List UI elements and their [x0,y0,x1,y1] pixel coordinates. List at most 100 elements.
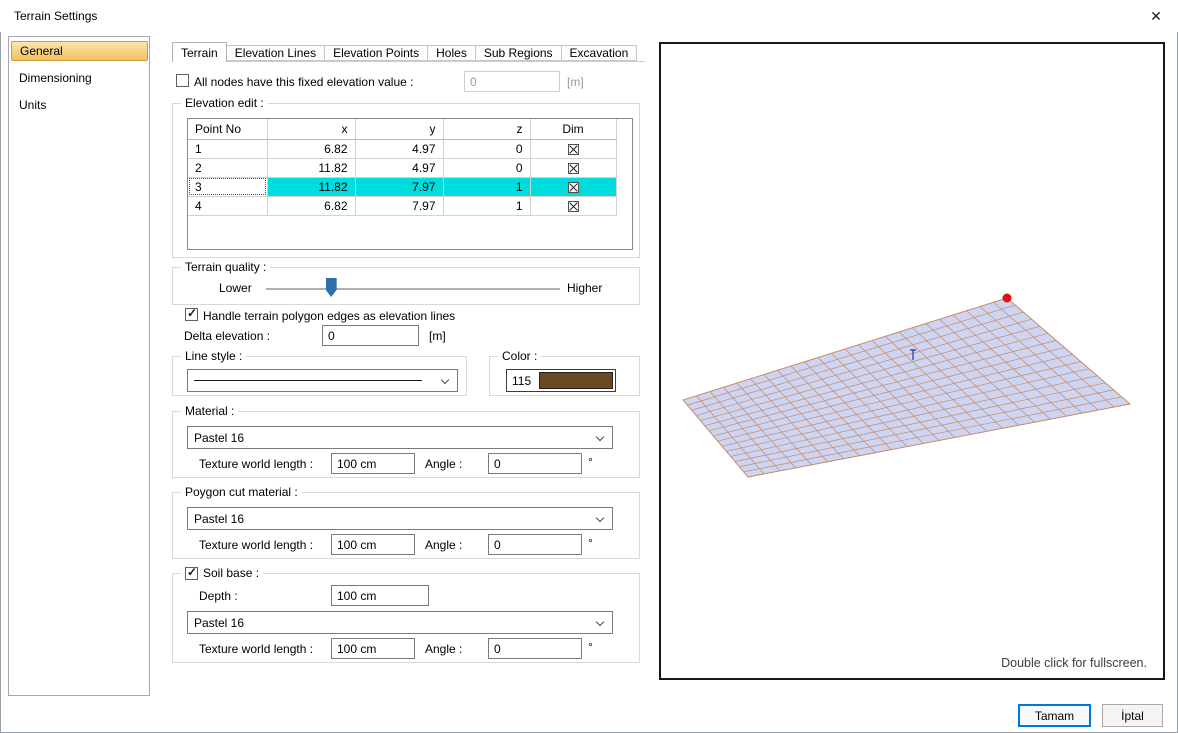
chevron-down-icon [596,433,604,441]
delta-elevation-input[interactable]: 0 [322,325,419,346]
table-row[interactable]: 311.827.971 [188,177,616,196]
sidebar-item-general[interactable]: General [11,41,148,61]
soil-base-depth-label: Depth : [199,589,238,603]
col-header-x[interactable]: x [267,119,355,139]
fixed-elevation-checkbox[interactable] [176,74,189,87]
col-header-point-no[interactable]: Point No [188,119,267,139]
point-no-cell[interactable]: 4 [188,196,267,215]
soil-base-texture-input[interactable]: 100 cm [331,638,415,659]
tab-elevation-points[interactable]: Elevation Points [325,45,428,61]
dim-checkbox[interactable] [568,144,579,155]
y-cell[interactable]: 4.97 [355,139,443,158]
slider-max-label: Higher [567,281,602,295]
window-title: Terrain Settings [14,9,97,23]
material-angle-input[interactable]: 0 [488,453,582,474]
polygon-cut-material-select[interactable]: Pastel 16 [187,507,613,530]
dim-cell[interactable] [530,196,616,215]
chevron-down-icon [441,376,449,384]
material-angle-label: Angle : [425,457,462,471]
soil-base-angle-value: 0 [494,642,501,656]
color-group: Color : 115 [489,356,640,396]
material-angle-unit: ° [588,455,593,469]
elevation-table: Point No x y z Dim 16.824.970211.824.970… [187,118,633,250]
x-cell[interactable]: 6.82 [267,139,355,158]
soil-base-label-text: Soil base : [203,566,259,580]
tab-terrain[interactable]: Terrain [172,42,227,62]
dim-cell[interactable] [530,139,616,158]
table-row[interactable]: 46.827.971 [188,196,616,215]
polygon-cut-selected-value: Pastel 16 [194,512,244,526]
line-style-sample [194,380,422,381]
point-no-cell[interactable]: 3 [188,177,267,196]
color-picker[interactable]: 115 [506,369,616,392]
material-group-label: Material : [181,404,238,418]
soil-base-depth-input[interactable]: 100 cm [331,585,429,606]
color-value[interactable]: 115 [509,372,539,389]
z-cell[interactable]: 1 [443,177,530,196]
polygon-cut-angle-input[interactable]: 0 [488,534,582,555]
table-row[interactable]: 211.824.970 [188,158,616,177]
soil-base-angle-label: Angle : [425,642,462,656]
dim-cell[interactable] [530,158,616,177]
preview-panel[interactable]: Double click for fullscreen. [659,42,1165,680]
soil-base-angle-unit: ° [588,640,593,654]
polygon-cut-texture-value: 100 cm [337,538,376,552]
col-header-dim[interactable]: Dim [530,119,616,139]
line-style-group: Line style : [172,356,467,396]
sidebar-item-label: General [20,44,63,58]
elevation-edit-group-label: Elevation edit : [181,96,268,110]
material-texture-label: Texture world length : [199,457,313,471]
table-header-row: Point No x y z Dim [188,119,616,139]
col-header-z[interactable]: z [443,119,530,139]
y-cell[interactable]: 7.97 [355,196,443,215]
dim-checkbox[interactable] [568,201,579,212]
x-cell[interactable]: 6.82 [267,196,355,215]
line-style-group-label: Line style : [181,349,246,363]
terrain-quality-group: Terrain quality : Lower Higher [172,267,640,305]
dim-checkbox[interactable] [568,163,579,174]
sidebar: General Dimensioning Units [8,36,150,696]
soil-base-checkbox[interactable] [185,567,198,580]
material-texture-input[interactable]: 100 cm [331,453,415,474]
col-header-y[interactable]: y [355,119,443,139]
point-no-cell[interactable]: 2 [188,158,267,177]
y-cell[interactable]: 7.97 [355,177,443,196]
y-cell[interactable]: 4.97 [355,158,443,177]
dim-checkbox[interactable] [568,182,579,193]
z-cell[interactable]: 0 [443,158,530,177]
soil-base-material-select[interactable]: Pastel 16 [187,611,613,634]
tab-sub-regions[interactable]: Sub Regions [476,45,562,61]
fixed-elevation-value: 0 [470,75,477,89]
tab-holes[interactable]: Holes [428,45,476,61]
material-select[interactable]: Pastel 16 [187,426,613,449]
material-texture-value: 100 cm [337,457,376,471]
polygon-cut-texture-label: Texture world length : [199,538,313,552]
soil-base-angle-input[interactable]: 0 [488,638,582,659]
tab-label: Holes [436,46,467,60]
tab-excavation[interactable]: Excavation [562,45,638,61]
tab-elevation-lines[interactable]: Elevation Lines [227,45,325,61]
color-swatch[interactable] [539,372,613,389]
close-icon[interactable]: ✕ [1146,6,1166,26]
sidebar-item-dimensioning[interactable]: Dimensioning [11,68,148,88]
ok-button[interactable]: Tamam [1018,704,1091,727]
z-cell[interactable]: 0 [443,139,530,158]
x-cell[interactable]: 11.82 [267,158,355,177]
elevation-point-marker [1003,294,1012,303]
elevation-table-body: 16.824.970211.824.970311.827.97146.827.9… [188,139,616,215]
terrain-quality-slider-thumb[interactable] [326,278,337,297]
dim-cell[interactable] [530,177,616,196]
point-no-cell[interactable]: 1 [188,139,267,158]
x-cell[interactable]: 11.82 [267,177,355,196]
line-style-select[interactable] [187,369,458,392]
cancel-button[interactable]: İptal [1102,704,1163,727]
color-group-label: Color : [498,349,541,363]
z-cell[interactable]: 1 [443,196,530,215]
terrain-quality-slider[interactable] [266,288,560,290]
table-row[interactable]: 16.824.970 [188,139,616,158]
sidebar-item-units[interactable]: Units [11,95,148,115]
fixed-elevation-input[interactable]: 0 [464,71,560,92]
delta-elevation-unit: [m] [429,329,446,343]
polygon-edges-checkbox[interactable] [185,308,198,321]
polygon-cut-texture-input[interactable]: 100 cm [331,534,415,555]
